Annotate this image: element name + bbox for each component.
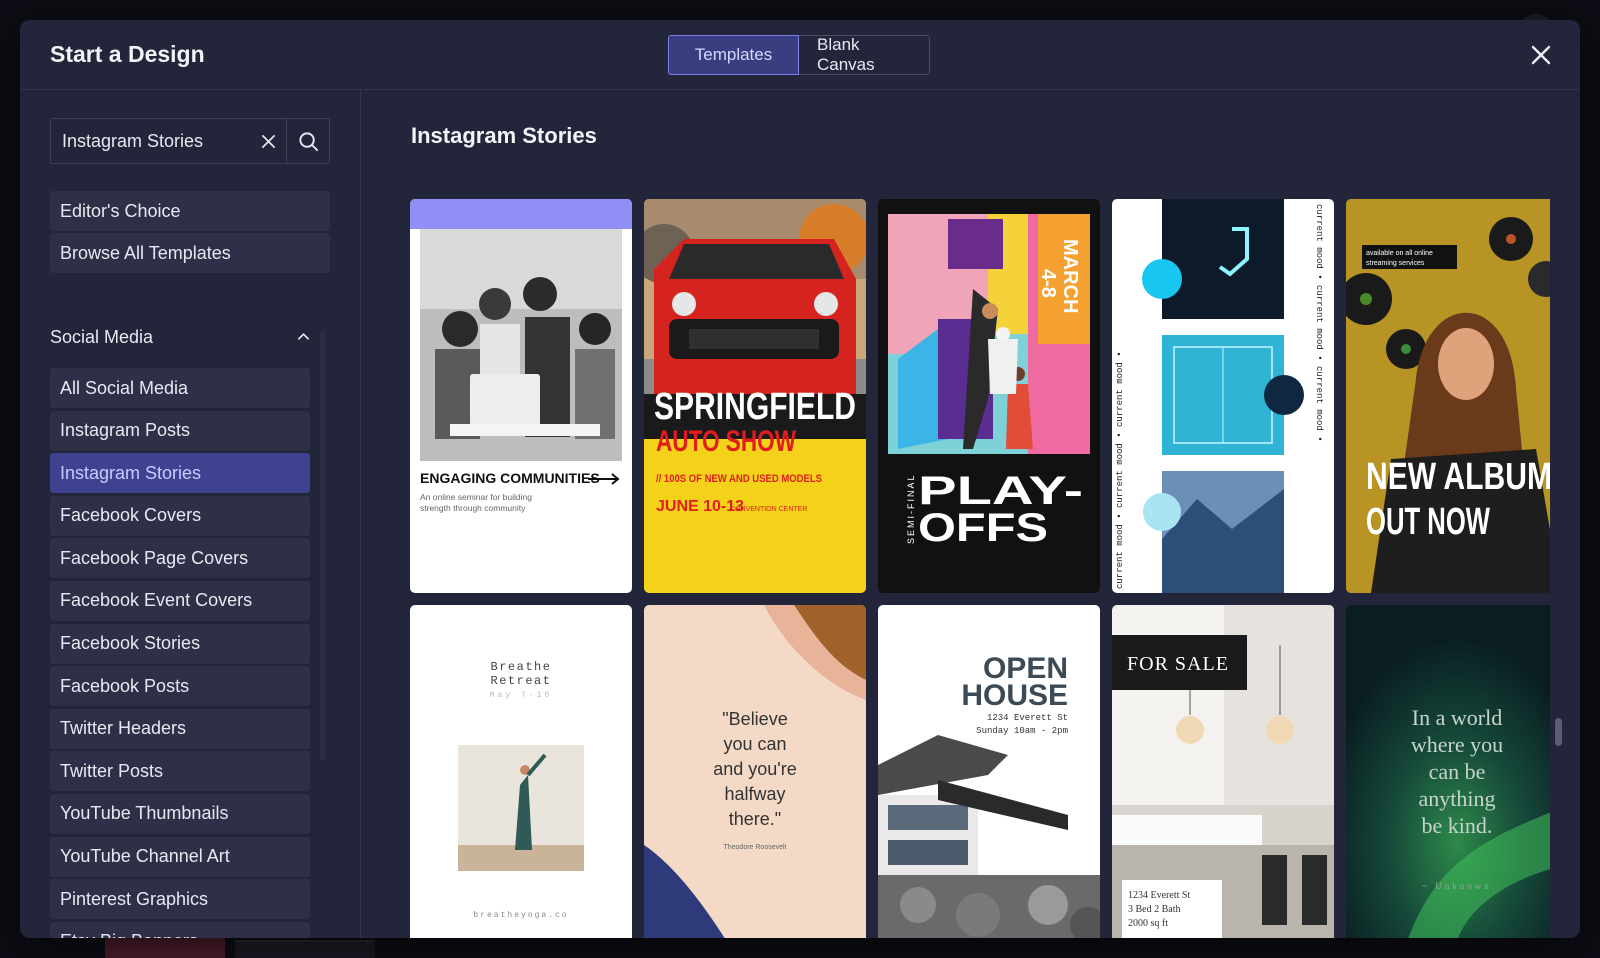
sidebar-item-facebook-posts[interactable]: Facebook Posts bbox=[50, 666, 310, 707]
sidebar-item-twitter-headers[interactable]: Twitter Headers bbox=[50, 708, 310, 749]
sidebar: Instagram Stories Editor's Choice Browse… bbox=[20, 90, 361, 938]
template-heading: ENGAGING COMMUNITIES bbox=[420, 470, 600, 486]
search-icon[interactable] bbox=[287, 119, 329, 163]
template-card-current-mood[interactable]: current mood • current mood • current mo… bbox=[1112, 199, 1334, 593]
template-card-breathe-retreat[interactable]: Breathe Retreat May 7-10 breatheyoga.co bbox=[410, 605, 632, 938]
template-quote-line: In a world bbox=[1412, 705, 1502, 730]
template-card-engaging-communities[interactable]: ENGAGING COMMUNITIES An online seminar f… bbox=[410, 199, 632, 593]
sidebar-item-instagram-posts[interactable]: Instagram Posts bbox=[50, 410, 310, 451]
template-quote-line: halfway bbox=[724, 784, 785, 804]
template-time: Sunday 10am - 2pm bbox=[976, 726, 1068, 736]
mode-switch: Templates Blank Canvas bbox=[668, 35, 930, 75]
sidebar-item-facebook-event-covers[interactable]: Facebook Event Covers bbox=[50, 580, 310, 621]
template-quote-author: Theodore Roosevelt bbox=[723, 844, 786, 851]
sidebar-item-all-social-media[interactable]: All Social Media bbox=[50, 368, 310, 408]
sidebar-item-pinterest-graphics[interactable]: Pinterest Graphics bbox=[50, 879, 310, 920]
template-quote-line: can be bbox=[1429, 759, 1486, 784]
start-design-modal: Start a Design Templates Blank Canvas In… bbox=[20, 20, 1580, 938]
template-quote-line: anything bbox=[1419, 786, 1496, 811]
template-subtext: strength through community bbox=[420, 503, 526, 513]
sidebar-item-facebook-stories[interactable]: Facebook Stories bbox=[50, 623, 310, 664]
search-box: Instagram Stories bbox=[50, 118, 330, 164]
template-side-text: current mood • current mood • current mo… bbox=[1314, 204, 1324, 442]
template-grid-scrollbar[interactable] bbox=[1555, 718, 1562, 746]
sidebar-item-twitter-posts[interactable]: Twitter Posts bbox=[50, 751, 310, 792]
section-social-media[interactable]: Social Media bbox=[50, 322, 310, 352]
template-date: May 7-10 bbox=[490, 691, 552, 700]
template-site: breatheyoga.co bbox=[473, 911, 568, 920]
sidebar-item-youtube-channel-art[interactable]: YouTube Channel Art bbox=[50, 836, 310, 877]
modal-header: Start a Design Templates Blank Canvas bbox=[20, 20, 1580, 90]
template-tag: FOR SALE bbox=[1127, 653, 1229, 675]
template-venue: CONVENTION CENTER bbox=[730, 506, 807, 513]
sidebar-item-etsy-big-banners[interactable]: Etsy Big Banners bbox=[50, 921, 310, 938]
template-quote-line: "Believe bbox=[722, 709, 787, 729]
template-card-new-album[interactable]: available on all online streaming servic… bbox=[1346, 199, 1550, 593]
template-quote-line: where you bbox=[1411, 732, 1503, 757]
template-quote-line: and you're bbox=[713, 759, 797, 779]
template-card-play-offs[interactable]: MARCH 4-8 PLAY- OFFS SEMI-FINAL bbox=[878, 199, 1100, 593]
template-quote-line: be kind. bbox=[1422, 813, 1493, 838]
template-card-quote-believe[interactable]: "Believe you can and you're halfway ther… bbox=[644, 605, 866, 938]
template-date: MARCH bbox=[1059, 239, 1081, 313]
social-media-list: All Social Media Instagram Posts Instagr… bbox=[50, 368, 310, 938]
template-quote-line: there." bbox=[729, 809, 781, 829]
template-panel: Instagram Stories ENGAGING COMMUNITIES A… bbox=[362, 90, 1580, 938]
sidebar-item-facebook-covers[interactable]: Facebook Covers bbox=[50, 495, 310, 536]
template-detail: 3 Bed 2 Bath bbox=[1128, 904, 1181, 915]
template-grid: ENGAGING COMMUNITIES An online seminar f… bbox=[410, 199, 1550, 938]
section-label: Social Media bbox=[50, 326, 154, 347]
template-subheading: AUTO SHOW bbox=[656, 425, 797, 458]
template-address: 1234 Everett St bbox=[1128, 890, 1190, 901]
close-icon[interactable] bbox=[1528, 42, 1554, 68]
template-card-springfield-auto-show[interactable]: SPRINGFIELD AUTO SHOW // 100S OF NEW AND… bbox=[644, 199, 866, 593]
search-input[interactable]: Instagram Stories bbox=[51, 131, 250, 152]
clear-icon[interactable] bbox=[250, 119, 286, 163]
template-detail: 2000 sq ft bbox=[1128, 918, 1168, 929]
template-subtext: available on all online bbox=[1366, 250, 1433, 257]
template-heading: SPRINGFIELD bbox=[654, 386, 856, 428]
chevron-up-icon bbox=[297, 327, 310, 348]
template-card-be-kind[interactable]: In a world where you can be anything be … bbox=[1346, 605, 1550, 938]
template-card-open-house[interactable]: OPEN HOUSE 1234 Everett St Sunday 10am -… bbox=[878, 605, 1100, 938]
tab-templates[interactable]: Templates bbox=[668, 35, 799, 75]
template-heading: OUT NOW bbox=[1366, 501, 1490, 543]
template-subtext: // 100S OF NEW AND USED MODELS bbox=[656, 473, 822, 485]
backdrop-thumbnail bbox=[105, 938, 225, 958]
sidebar-item-facebook-page-covers[interactable]: Facebook Page Covers bbox=[50, 538, 310, 579]
sidebar-item-browse-all[interactable]: Browse All Templates bbox=[50, 233, 330, 273]
template-heading: HOUSE bbox=[961, 679, 1068, 712]
template-side-text: current mood • current mood • current mo… bbox=[1115, 351, 1125, 589]
template-side-text: SEMI-FINAL bbox=[906, 473, 916, 544]
section-title: Instagram Stories bbox=[411, 123, 597, 148]
sidebar-item-youtube-thumbnails[interactable]: YouTube Thumbnails bbox=[50, 793, 310, 834]
template-subtext: An online seminar for building bbox=[420, 492, 532, 502]
modal-title: Start a Design bbox=[50, 41, 205, 67]
sidebar-item-instagram-stories[interactable]: Instagram Stories bbox=[50, 453, 310, 494]
template-date: 4-8 bbox=[1037, 269, 1059, 298]
template-address: 1234 Everett St bbox=[987, 713, 1068, 723]
template-quote-author: ~ Unknown bbox=[1422, 881, 1492, 891]
sidebar-item-editors-choice[interactable]: Editor's Choice bbox=[50, 191, 330, 231]
template-heading: OFFS bbox=[918, 506, 1048, 550]
template-subtext: streaming services bbox=[1366, 260, 1425, 267]
template-heading: Retreat bbox=[491, 674, 552, 688]
template-heading: NEW ALBUM bbox=[1366, 456, 1550, 498]
template-heading: Breathe bbox=[491, 660, 552, 674]
sidebar-scrollbar[interactable] bbox=[320, 330, 326, 760]
template-quote-line: you can bbox=[723, 734, 786, 754]
template-card-for-sale[interactable]: FOR SALE 1234 Everett St 3 Bed 2 Bath 20… bbox=[1112, 605, 1334, 938]
tab-blank-canvas[interactable]: Blank Canvas bbox=[799, 35, 930, 75]
backdrop-thumbnail bbox=[235, 940, 375, 958]
